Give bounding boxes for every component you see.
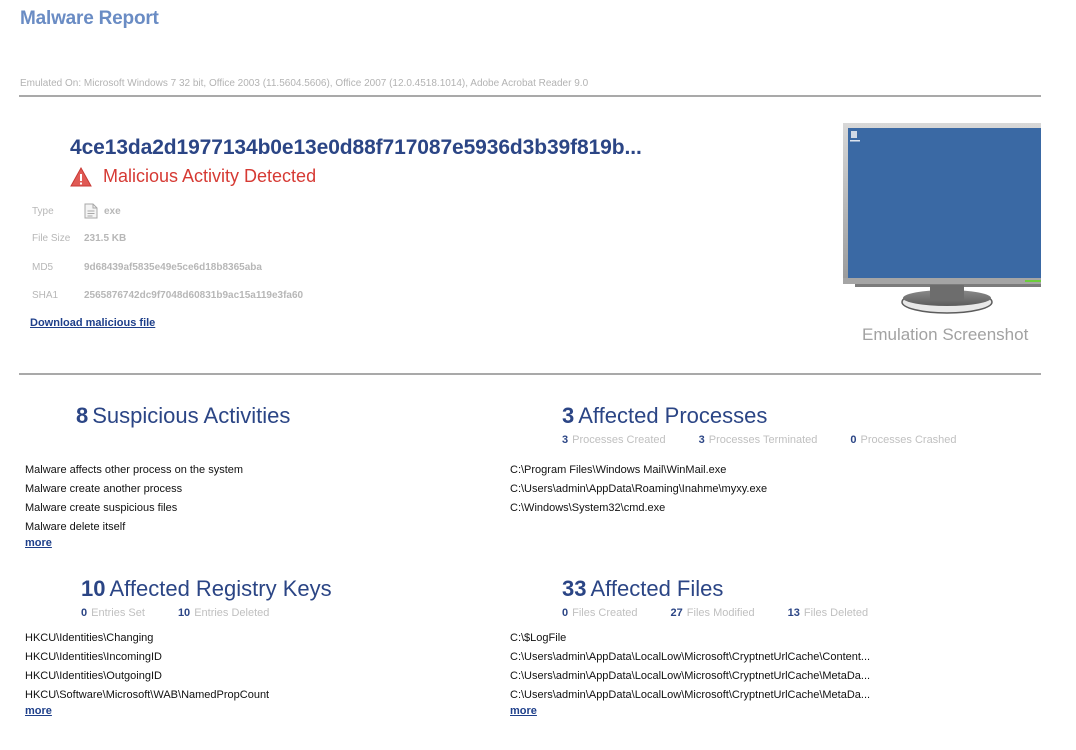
stat-number: 0 [850,434,857,446]
meta-row-md5: MD5 9d68439af5835e49e5ce6d18b8365aba [32,262,262,273]
meta-row-file-size: File Size 231.5 KB [32,233,126,244]
stat-entries-deleted: 10 Entries Deleted [178,607,269,619]
meta-label: SHA1 [32,290,59,301]
section-title-text: Affected Processes [578,403,768,428]
affected-processes-list: C:\Program Files\Windows Mail\WinMail.ex… [510,461,767,518]
list-item: C:\Windows\System32\cmd.exe [510,502,666,514]
meta-row-type: Type exe [32,203,121,219]
suspicious-activities-title: 8 Suspicious Activities [76,403,290,429]
registry-stats: 0 Entries Set 10 Entries Deleted [81,607,302,619]
affected-processes-title: 3 Affected Processes [562,403,767,429]
list-item: Malware create suspicious files [25,502,178,514]
files-stats: 0 Files Created 27 Files Modified 13 Files … [562,607,901,619]
warning-triangle-icon [70,166,92,186]
monitor-icon [843,123,1041,314]
stat-number: 0 [562,607,569,619]
stat-label: Processes Created [572,434,666,446]
list-item: Malware create another process [25,483,183,495]
meta-value-type: exe [104,205,121,217]
header-divider [19,95,1041,97]
stat-processes-created: 3 Processes Created [562,434,666,446]
list-item: C:\Users\admin\AppData\LocalLow\Microsof… [510,689,871,701]
list-item: C:\Users\admin\AppData\Roaming\Inahme\my… [510,483,768,495]
stat-files-modified: 27 Files Modified [671,607,755,619]
stat-number: 13 [787,607,800,619]
document-icon [84,203,98,219]
stat-label: Files Deleted [803,607,869,619]
list-item: HKCU\Identities\OutgoingID [25,670,162,682]
emulation-screenshot[interactable] [843,123,1041,323]
list-item: C:\Program Files\Windows Mail\WinMail.ex… [510,464,727,476]
list-item: C:\Users\admin\AppData\LocalLow\Microsof… [510,651,871,663]
affected-registry-keys-count: 10 [81,576,106,601]
stat-number: 10 [177,607,191,619]
meta-row-sha1: SHA1 2565876742dc9f7048d60831b9ac15a119e… [32,290,303,301]
affected-registry-keys-title: 10 Affected Registry Keys [81,576,332,602]
affected-files-list: C:\$LogFile C:\Users\admin\AppData\Local… [510,629,870,717]
processes-stats: 3 Processes Created 3 Processes Terminated… [562,434,990,446]
stat-label: Processes Crashed [860,434,957,446]
suspicious-activities-list: Malware affects other process on the sys… [25,461,243,549]
stat-label: Entries Deleted [194,607,270,619]
stat-number: 3 [698,434,705,446]
meta-label: Type [32,205,54,217]
stat-processes-crashed: 0 Processes Crashed [850,434,956,446]
verdict-text: Malicious Activity Detected [103,166,317,186]
meta-value-file-size: 231.5 KB [84,233,127,244]
report-title: Malware Report [20,8,159,29]
list-item: C:\$LogFile [510,632,567,644]
list-item: HKCU\Identities\Changing [25,632,154,644]
stat-number: 27 [670,607,683,619]
meta-value-md5: 9d68439af5835e49e5ce6d18b8365aba [84,262,262,273]
stat-number: 3 [562,434,569,446]
list-item: Malware delete itself [25,521,126,533]
suspicious-activities-count: 8 [76,403,89,428]
list-item: Malware affects other process on the sys… [25,464,244,476]
files-more-link[interactable]: more [510,705,537,717]
download-malicious-file-link[interactable]: Download malicious file [30,317,155,329]
meta-label: File Size [32,233,71,244]
affected-registry-keys-list: HKCU\Identities\Changing HKCU\Identities… [25,629,269,717]
section-title-text: Affected Files [590,576,724,601]
stat-number: 0 [81,607,88,619]
registry-more-link[interactable]: more [25,705,52,717]
stat-processes-terminated: 3 Processes Terminated [699,434,818,446]
section-title-text: Suspicious Activities [92,403,291,428]
affected-files-count: 33 [562,576,587,601]
emulation-screenshot-caption: Emulation Screenshot [862,325,1029,344]
list-item: HKCU\Identities\IncomingID [25,651,162,663]
stat-files-created: 0 Files Created [562,607,638,619]
list-item: C:\Users\admin\AppData\LocalLow\Microsof… [510,670,871,682]
stat-entries-set: 0 Entries Set [81,607,145,619]
meta-value-sha1: 2565876742dc9f7048d60831b9ac15a119e3fa60 [84,290,304,301]
activities-more-link[interactable]: more [25,537,52,549]
section-title-text: Affected Registry Keys [109,576,332,601]
stat-label: Processes Terminated [708,434,818,446]
affected-processes-count: 3 [562,403,575,428]
affected-files-title: 33 Affected Files [562,576,723,602]
verdict: Malicious Activity Detected [70,166,316,187]
meta-label: MD5 [32,262,54,273]
stat-label: Files Created [572,607,638,619]
stat-label: Files Modified [686,607,755,619]
summary-divider [19,373,1041,375]
stat-files-deleted: 13 Files Deleted [788,607,868,619]
emulated-on-text: Emulated On: Microsoft Windows 7 32 bit,… [20,78,589,89]
list-item: HKCU\Software\Microsoft\WAB\NamedPropCou… [25,689,270,701]
sample-hash-title: 4ce13da2d1977134b0e13e0d88f717087e5936d3… [70,136,642,159]
stat-label: Entries Set [91,607,145,619]
